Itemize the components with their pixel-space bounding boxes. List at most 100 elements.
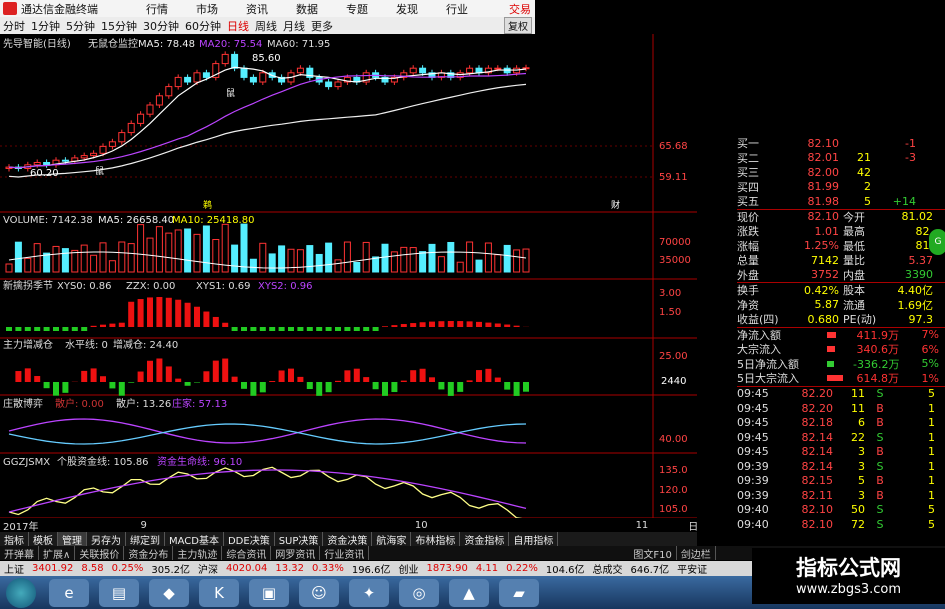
fundamental-stats: 换手 0.42% 股本 4.40亿 净资 5.87 流通 1.69亿 收益(四) 0.680 P…	[737, 282, 945, 327]
menu-market[interactable]: 市场	[196, 1, 218, 17]
period-tick[interactable]: 分时	[3, 18, 25, 34]
index-cy-value: 1873.90	[426, 563, 468, 574]
season-bar	[513, 325, 520, 327]
tab-barrage[interactable]: 开弹幕	[0, 546, 39, 560]
restore-button[interactable]: 复权	[504, 17, 532, 34]
folder-icon[interactable]: ▤	[99, 578, 139, 607]
tab-indicator[interactable]: 指标	[0, 532, 29, 546]
capital-label: 主力增减仓	[3, 338, 53, 351]
tick-row: 09:45 82.14 22 S 1	[737, 430, 935, 444]
capital-bar	[523, 382, 529, 392]
browser-icon[interactable]: e	[49, 578, 89, 607]
bid-row[interactable]: 买五 81.98 5 +14	[737, 194, 945, 209]
volume-bar	[503, 244, 511, 273]
season-bar	[504, 324, 511, 327]
season-bar	[316, 327, 323, 331]
app-icon[interactable]: ✦	[349, 578, 389, 607]
candle	[61, 159, 69, 162]
menu-industry[interactable]: 行业	[446, 1, 468, 17]
volume-bar	[409, 247, 417, 273]
menu-discover[interactable]: 发现	[396, 1, 418, 17]
period-30min[interactable]: 30分钟	[143, 18, 179, 34]
index-hs-name[interactable]: 沪深	[198, 561, 218, 576]
season-bar	[53, 327, 59, 331]
tab-bollinger[interactable]: 布林指标	[411, 532, 461, 546]
bid-row[interactable]: 买二 82.01 21 -3	[737, 151, 945, 166]
tab-expand[interactable]: 扩展∧	[39, 546, 76, 560]
menu-trade[interactable]: 交易	[509, 1, 531, 17]
marker-label: 鼠	[226, 87, 235, 99]
period-monthly[interactable]: 月线	[283, 18, 305, 34]
k-app-icon[interactable]: K	[199, 578, 239, 607]
tab-industry-info[interactable]: 行业资讯	[320, 546, 370, 560]
game-dealer: 庄家: 57.13	[172, 397, 227, 410]
volume-bar	[390, 251, 398, 273]
period-60min[interactable]: 60分钟	[185, 18, 221, 34]
volume-bar	[494, 254, 502, 273]
bid-row[interactable]: 买一 82.10 -1	[737, 136, 945, 151]
candle	[118, 132, 126, 143]
season-bar	[90, 325, 97, 327]
tab-template[interactable]: 模板	[29, 532, 58, 546]
menu-topics[interactable]: 专题	[346, 1, 368, 17]
index-sh-name[interactable]: 上证	[4, 561, 24, 576]
flow-row: 净流入额 411.9万 7%	[737, 328, 945, 343]
index-cy-name[interactable]: 创业	[398, 561, 418, 576]
tab-related[interactable]: 关联报价	[75, 546, 125, 560]
app-icon[interactable]: ◆	[149, 578, 189, 607]
period-1min[interactable]: 1分钟	[31, 18, 60, 34]
capital-bar	[175, 378, 182, 382]
tick-row: 09:45 82.14 3 B 1	[737, 445, 935, 459]
capital-bar	[476, 370, 482, 382]
x-month-10: 10	[414, 519, 428, 531]
period-daily[interactable]: 日线	[227, 18, 249, 34]
app-icon[interactable]: ▣	[249, 578, 289, 607]
broker-label[interactable]: 平安证	[677, 561, 707, 576]
period-weekly[interactable]: 周线	[255, 18, 277, 34]
period-more[interactable]: 更多	[311, 18, 333, 34]
menu-news[interactable]: 资讯	[246, 1, 268, 17]
start-button-icon[interactable]	[6, 577, 36, 608]
trading-app-icon[interactable]: ▰	[499, 578, 539, 607]
tab-save-as[interactable]: 另存为	[87, 532, 126, 546]
quote-panel: 买一 82.10 -1 买二 82.01 21 -3 买三 82.00 42 买四 81.99 2…	[737, 136, 945, 548]
menu-quotes[interactable]: 行情	[146, 1, 168, 17]
tab-dde[interactable]: DDE决策	[224, 532, 275, 546]
candle	[202, 72, 210, 78]
volume-bar	[90, 254, 98, 273]
season-bar	[476, 321, 482, 327]
tab-bind[interactable]: 绑定到	[126, 532, 165, 546]
app-icon[interactable]: ◎	[399, 578, 439, 607]
period-15min[interactable]: 15分钟	[101, 18, 137, 34]
tab-navigator[interactable]: 航海家	[372, 532, 412, 546]
tab-fund-decision[interactable]: 资金决策	[323, 532, 373, 546]
tab-fund-indicator[interactable]: 资金指标	[460, 532, 510, 546]
chart-area[interactable]: 先导智能(日线) 无鼠仓监控 MA5: 78.48 MA20: 75.54 MA…	[0, 34, 697, 520]
ma20-label: MA20: 75.54	[199, 39, 262, 50]
tab-main-track[interactable]: 主力轨迹	[173, 546, 223, 560]
period-5min[interactable]: 5分钟	[66, 18, 95, 34]
tab-macd[interactable]: MACD基本	[165, 532, 224, 546]
volume-bar	[381, 243, 389, 273]
tab-f10[interactable]: 图文F10	[629, 546, 677, 560]
capital-bar	[100, 376, 106, 382]
tab-manage[interactable]: 管理	[58, 532, 87, 546]
menu-data[interactable]: 数据	[296, 1, 318, 17]
bid-row[interactable]: 买三 82.00 42	[737, 165, 945, 180]
y-tick: 105.0	[659, 504, 688, 515]
bid-row[interactable]: 买四 81.99 2	[737, 180, 945, 195]
tab-sidebar[interactable]: 剑边栏	[677, 546, 716, 560]
tick-row: 09:39 82.11 3 B 1	[737, 488, 935, 502]
tab-web-info[interactable]: 网罗资讯	[271, 546, 321, 560]
y-tick: 3.00	[659, 288, 681, 299]
chat-icon[interactable]: ☺	[299, 578, 339, 607]
capital-bar	[128, 382, 135, 383]
ma5-label: MA5: 78.48	[138, 39, 195, 50]
side-toggle-button[interactable]: G	[929, 229, 945, 255]
app-icon[interactable]: ▲	[449, 578, 489, 607]
tab-info[interactable]: 综合资讯	[222, 546, 272, 560]
tab-fund-dist[interactable]: 资金分布	[124, 546, 174, 560]
tab-custom[interactable]: 自用指标	[509, 532, 559, 546]
fund-life: 资金生命线: 96.10	[157, 455, 242, 468]
tab-sup[interactable]: SUP决策	[275, 532, 324, 546]
